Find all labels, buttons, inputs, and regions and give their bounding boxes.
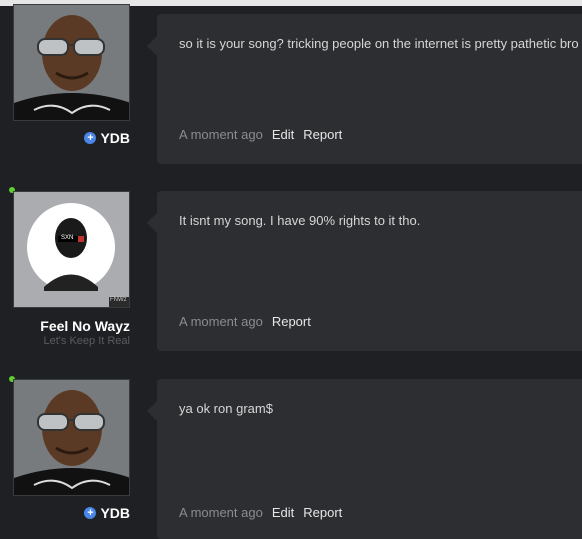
comment-bubble: It isnt my song. I have 90% rights to it… [147,191,582,351]
edit-link[interactable]: Edit [272,127,294,142]
avatar[interactable] [13,4,130,121]
comment-time: A moment ago [179,127,263,142]
username[interactable]: + YDB [84,130,130,146]
comment-meta: A moment ago Edit Report [179,127,342,142]
comment-text: ya ok ron gram$ [179,401,273,416]
comment-meta: A moment ago Edit Report [179,505,342,520]
plus-icon: + [84,132,97,144]
username[interactable]: + YDB [84,505,130,521]
plus-icon: + [84,507,97,519]
avatar-badge-text: SXN [61,235,74,241]
user-tagline: Let's Keep It Real [43,335,131,347]
comment-text: It isnt my song. I have 90% rights to it… [179,213,421,228]
edit-link[interactable]: Edit [272,505,294,520]
avatar[interactable]: SXN FNWz [13,191,130,308]
report-link[interactable]: Report [272,314,311,329]
ydb-avatar-image [14,5,129,120]
ydb-avatar-image [14,380,129,495]
username-label: YDB [100,130,130,146]
comment-time: A moment ago [179,314,263,329]
feel-no-wayz-avatar-image [14,192,129,307]
username-label: Feel No Wayz [40,318,130,334]
comment-meta: A moment ago Report [179,314,311,329]
username-label: YDB [100,505,130,521]
report-link[interactable]: Report [303,505,342,520]
comment-bubble: ya ok ron gram$ A moment ago Edit Report [147,379,582,539]
avatar-corner-text: FNWz [110,297,127,303]
comment-text: so it is your song? tricking people on t… [179,36,579,51]
report-link[interactable]: Report [303,127,342,142]
comment-bubble: so it is your song? tricking people on t… [147,14,582,164]
avatar[interactable] [13,379,130,496]
comment-time: A moment ago [179,505,263,520]
username[interactable]: Feel No Wayz [40,318,130,334]
